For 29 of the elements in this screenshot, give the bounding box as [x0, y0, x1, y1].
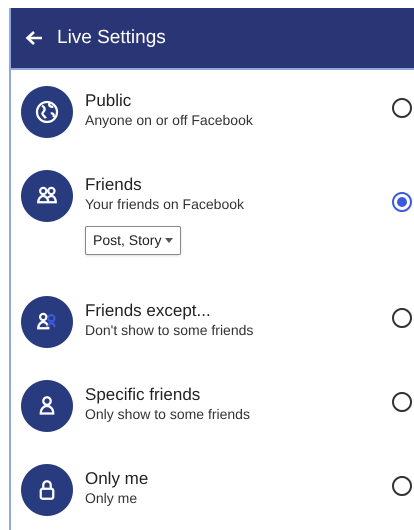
option-title: Friends except...	[85, 300, 212, 321]
friends-icon	[21, 296, 73, 348]
privacy-option[interactable]: Only me Only me	[21, 464, 412, 530]
privacy-option[interactable]: Specific friends Only show to some friends	[21, 380, 412, 464]
person-icon	[21, 380, 73, 432]
option-title: Specific friends	[85, 384, 202, 405]
option-title: Public	[85, 90, 132, 111]
privacy-option[interactable]: Public Anyone on or off Facebook	[21, 86, 412, 170]
audience-dropdown[interactable]: Post, Story	[85, 226, 182, 255]
friends-icon	[21, 170, 73, 222]
privacy-option[interactable]: Friends except... Don't show to some friends	[21, 296, 412, 380]
privacy-option[interactable]: Friends Your friends on Facebook Post, Story	[21, 170, 412, 296]
option-subtitle: Only me	[85, 489, 138, 508]
option-subtitle: Your friends on Facebook	[85, 195, 246, 214]
radio-button[interactable]	[392, 308, 412, 328]
radio-button[interactable]	[392, 192, 412, 212]
back-icon[interactable]	[25, 30, 43, 46]
option-title: Friends	[85, 174, 143, 195]
radio-button[interactable]	[392, 392, 412, 412]
header-title: Live Settings	[57, 26, 166, 50]
radio-button[interactable]	[392, 98, 412, 118]
caret-icon	[165, 238, 174, 243]
radio-button[interactable]	[392, 476, 412, 496]
lock-icon	[21, 464, 73, 516]
option-subtitle: Anyone on or off Facebook	[85, 111, 254, 130]
option-subtitle: Don't show to some friends	[85, 321, 254, 340]
option-title: Only me	[85, 468, 150, 489]
globe-icon	[21, 86, 73, 138]
option-subtitle: Only show to some friends	[85, 405, 251, 424]
